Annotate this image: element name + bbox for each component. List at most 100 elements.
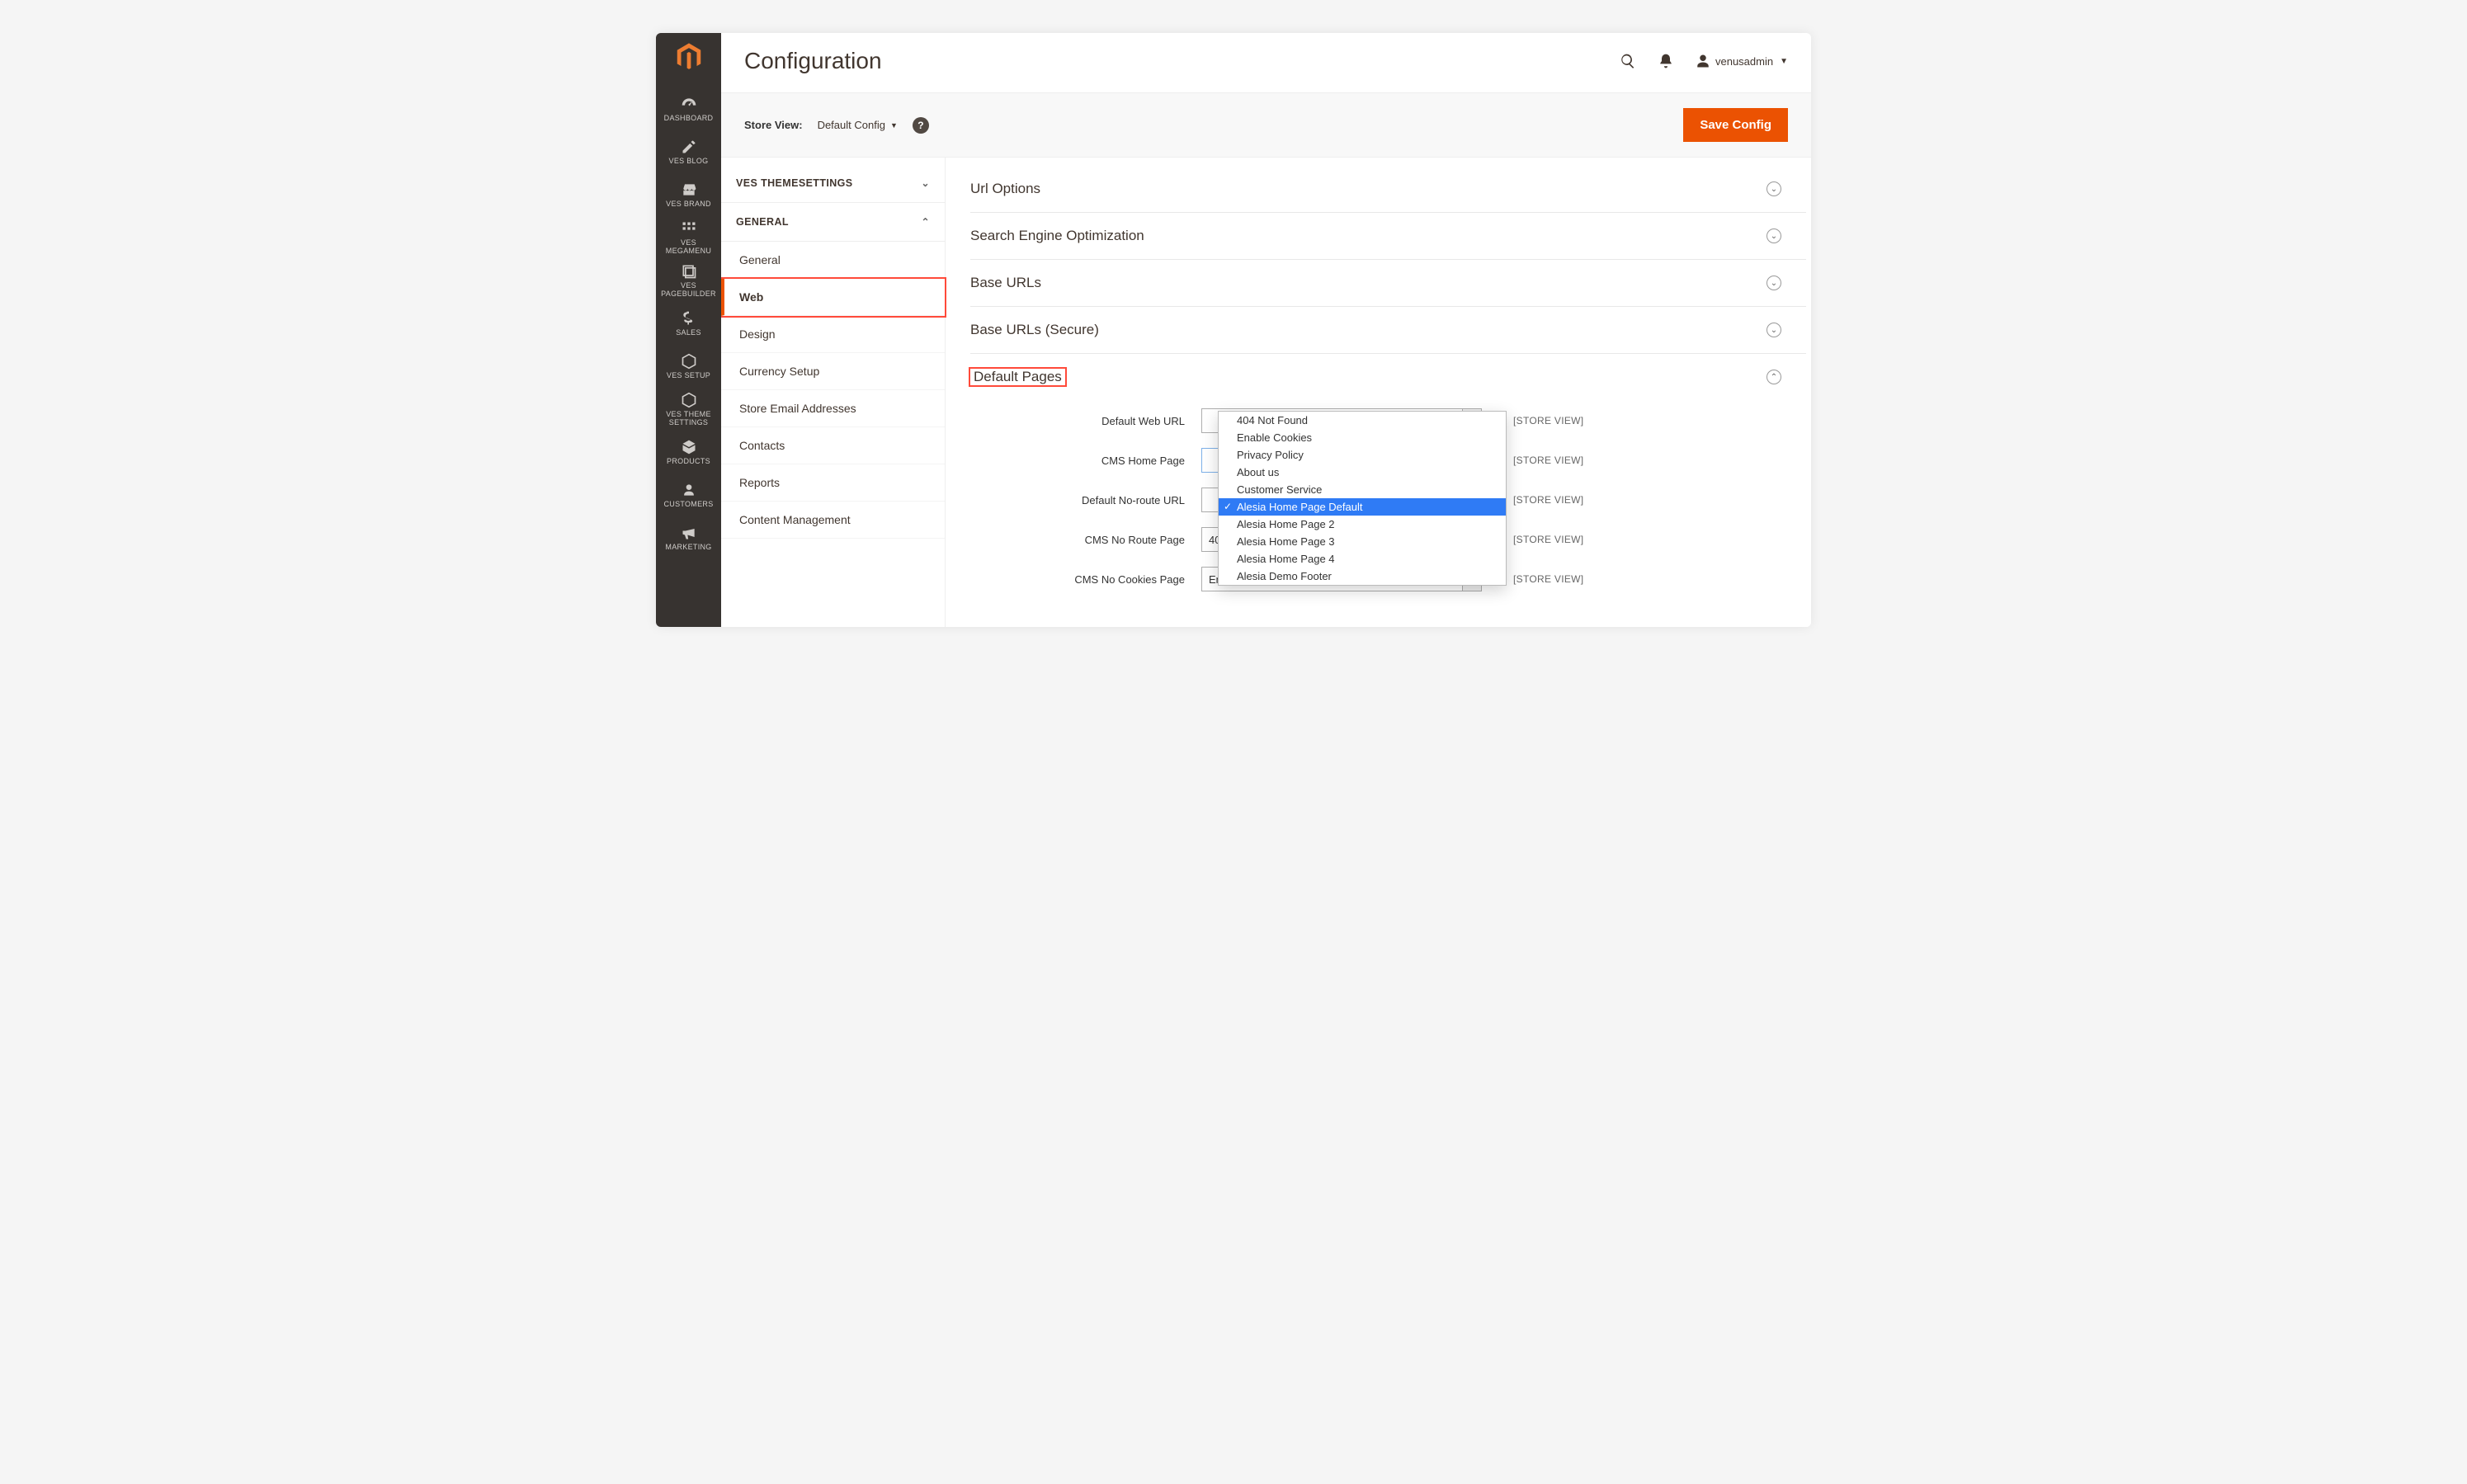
admin-nav-rail: DASHBOARD VES BLOG VES BRAND VESMEGAMENU VES… xyxy=(656,33,721,627)
dropdown-option[interactable]: Privacy Policy xyxy=(1219,446,1506,464)
action-bar: Store View: Default Config ▼ ? Save Conf… xyxy=(721,92,1811,158)
dropdown-option[interactable]: About us xyxy=(1219,464,1506,481)
nav-label: SALES xyxy=(672,329,705,337)
dropdown-option[interactable]: Alesia Home Page 3 xyxy=(1219,533,1506,550)
layers-icon xyxy=(681,262,697,280)
expand-icon: ⌄ xyxy=(1767,276,1781,290)
cms-home-page-dropdown[interactable]: 404 Not FoundEnable CookiesPrivacy Polic… xyxy=(1218,411,1507,586)
section-title: Base URLs xyxy=(970,275,1041,291)
chevron-down-icon: ⌄ xyxy=(922,177,930,189)
category-general[interactable]: GENERAL ⌃ xyxy=(721,203,945,242)
page-title: Configuration xyxy=(744,48,1620,74)
nav-label: PRODUCTS xyxy=(663,458,714,466)
store-view-label: Store View: xyxy=(744,119,803,131)
nav-dashboard[interactable]: DASHBOARD xyxy=(658,87,719,130)
nav-vesthemesettings[interactable]: VES THEMESETTINGS xyxy=(658,388,719,431)
nav-label: CUSTOMERS xyxy=(660,501,716,509)
config-nav-general[interactable]: General xyxy=(721,242,945,279)
category-label: VES THEMESETTINGS xyxy=(736,177,853,189)
dropdown-option[interactable]: Alesia Demo Footer xyxy=(1219,568,1506,585)
config-nav-content[interactable]: Content Management xyxy=(721,502,945,539)
dropdown-option[interactable]: Alesia Home Page Default xyxy=(1219,498,1506,516)
hex-icon xyxy=(681,352,697,370)
expand-icon: ⌄ xyxy=(1767,323,1781,337)
nav-vesblog[interactable]: VES BLOG xyxy=(658,130,719,173)
collapse-icon: ⌃ xyxy=(1767,370,1781,384)
nav-label: VES BLOG xyxy=(666,158,712,166)
search-icon[interactable] xyxy=(1620,53,1636,69)
section-url-options[interactable]: Url Options ⌄ xyxy=(970,166,1806,213)
section-default-pages[interactable]: Default Pages ⌃ xyxy=(970,354,1806,400)
section-title: Search Engine Optimization xyxy=(970,228,1144,244)
section-title: Url Options xyxy=(970,181,1040,197)
nav-vesmegamenu[interactable]: VESMEGAMENU xyxy=(658,216,719,259)
account-menu[interactable]: venusadmin ▼ xyxy=(1696,54,1788,68)
config-sections: Url Options ⌄ Search Engine Optimization… xyxy=(946,158,1811,627)
nav-label: VES THEMESETTINGS xyxy=(663,411,715,427)
nav-label: VES BRAND xyxy=(663,200,715,209)
config-nav-web[interactable]: Web xyxy=(721,279,945,316)
save-config-button[interactable]: Save Config xyxy=(1683,108,1788,142)
pencil-icon xyxy=(681,138,697,156)
chevron-down-icon: ▼ xyxy=(890,121,898,130)
nav-label: MARKETING xyxy=(662,544,715,552)
category-ves-themesettings[interactable]: VES THEMESETTINGS ⌄ xyxy=(721,164,945,203)
field-label: Default Web URL xyxy=(970,415,1201,427)
store-view-value: Default Config xyxy=(818,119,885,131)
scope-label: [STORE VIEW] xyxy=(1513,455,1583,466)
dropdown-option[interactable]: Alesia Home Page 4 xyxy=(1219,550,1506,568)
field-label: CMS No Cookies Page xyxy=(970,573,1201,586)
nav-products[interactable]: PRODUCTS xyxy=(658,431,719,473)
chevron-down-icon: ▼ xyxy=(1780,57,1788,66)
nav-marketing[interactable]: MARKETING xyxy=(658,516,719,559)
nav-label: VESMEGAMENU xyxy=(663,239,715,256)
field-label: Default No-route URL xyxy=(970,494,1201,506)
dropdown-option[interactable]: Customer Service xyxy=(1219,481,1506,498)
config-nav-email[interactable]: Store Email Addresses xyxy=(721,390,945,427)
dropdown-option[interactable]: Alesia Home Page 2 xyxy=(1219,516,1506,533)
grid-icon xyxy=(681,219,697,238)
help-icon[interactable]: ? xyxy=(913,117,929,134)
section-title: Base URLs (Secure) xyxy=(970,322,1099,338)
config-nav-design[interactable]: Design xyxy=(721,316,945,353)
nav-vesbrand[interactable]: VES BRAND xyxy=(658,173,719,216)
chevron-up-icon: ⌃ xyxy=(922,216,930,228)
section-base-urls-secure[interactable]: Base URLs (Secure) ⌄ xyxy=(970,307,1806,354)
config-nav-contacts[interactable]: Contacts xyxy=(721,427,945,464)
nav-vespagebuilder[interactable]: VESPAGEBUILDER xyxy=(658,259,719,302)
field-cms-home-page: CMS Home Page [STORE VIEW] 404 Not Found… xyxy=(970,448,1781,473)
person-icon xyxy=(681,481,697,499)
config-nav-currency[interactable]: Currency Setup xyxy=(721,353,945,390)
dropdown-option[interactable]: 404 Not Found xyxy=(1219,412,1506,429)
nav-label: VES SETUP xyxy=(663,372,714,380)
field-label: CMS Home Page xyxy=(970,455,1201,467)
dropdown-option[interactable]: Enable Cookies xyxy=(1219,429,1506,446)
magento-logo[interactable] xyxy=(673,41,705,73)
section-base-urls[interactable]: Base URLs ⌄ xyxy=(970,260,1806,307)
nav-sales[interactable]: SALES xyxy=(658,302,719,345)
nav-label: DASHBOARD xyxy=(661,115,717,123)
scope-label: [STORE VIEW] xyxy=(1513,494,1583,506)
section-title: Default Pages xyxy=(970,369,1065,385)
config-category-nav: VES THEMESETTINGS ⌄ GENERAL ⌃ GeneralWeb… xyxy=(721,158,946,627)
nav-vessetup[interactable]: VES SETUP xyxy=(658,345,719,388)
nav-label: VESPAGEBUILDER xyxy=(658,282,719,299)
scope-label: [STORE VIEW] xyxy=(1513,415,1583,426)
store-icon xyxy=(681,181,697,199)
notifications-icon[interactable] xyxy=(1658,53,1674,69)
field-label: CMS No Route Page xyxy=(970,534,1201,546)
category-label: GENERAL xyxy=(736,216,789,228)
expand-icon: ⌄ xyxy=(1767,228,1781,243)
scope-label: [STORE VIEW] xyxy=(1513,573,1583,585)
user-name: venusadmin xyxy=(1715,55,1773,68)
section-default-pages-body: Default Web URL [STORE VIEW] CMS Home Pa… xyxy=(970,400,1806,591)
config-nav-reports[interactable]: Reports xyxy=(721,464,945,502)
expand-icon: ⌄ xyxy=(1767,181,1781,196)
gauge-icon xyxy=(681,95,697,113)
section-seo[interactable]: Search Engine Optimization ⌄ xyxy=(970,213,1806,260)
dollar-icon xyxy=(681,309,697,327)
scope-label: [STORE VIEW] xyxy=(1513,534,1583,545)
nav-customers[interactable]: CUSTOMERS xyxy=(658,473,719,516)
topbar: Configuration venusadmin ▼ xyxy=(721,33,1811,92)
store-view-selector[interactable]: Default Config ▼ xyxy=(818,119,898,131)
